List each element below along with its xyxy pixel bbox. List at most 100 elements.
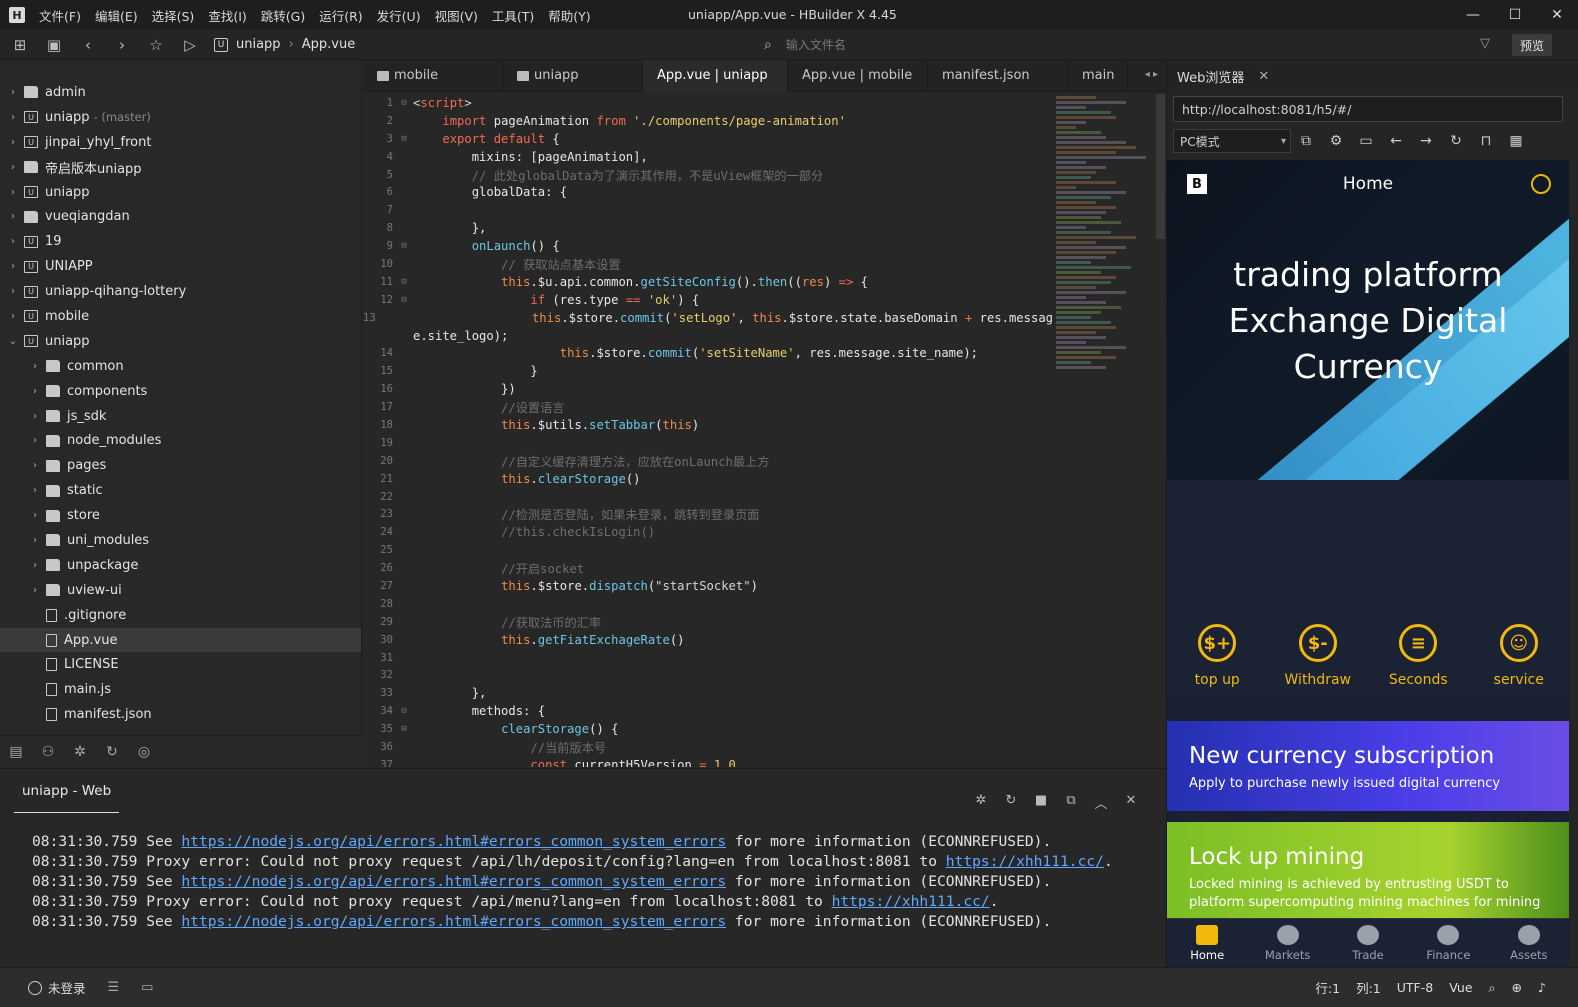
tree-item[interactable]: › unpackage [0,553,361,578]
terminal-icon[interactable]: ▭ [141,980,153,995]
star-icon[interactable]: ☆ [142,33,170,57]
search-icon[interactable]: ⌕ [1489,980,1496,996]
menu-item[interactable]: 文件(F) [39,6,81,25]
file-search-input[interactable]: 输入文件名 [786,36,846,53]
refresh-icon[interactable]: ↻ [96,744,128,760]
tree-item[interactable]: › uni_modules [0,528,361,553]
settings-icon[interactable]: ⚙ [1321,133,1351,149]
tree-item[interactable]: LICENSE [0,652,361,677]
tabbar-item[interactable]: Home [1167,919,1247,967]
expand-chevron-icon[interactable]: › [28,435,42,446]
expand-chevron-icon[interactable]: › [6,211,20,222]
forward-icon[interactable]: › [108,33,136,57]
tree-item[interactable]: › common [0,354,361,379]
tree-item[interactable]: › admin [0,80,361,105]
log-link[interactable]: https://nodejs.org/api/errors.html#error… [181,913,726,930]
tree-item[interactable]: › js_sdk [0,404,361,429]
tree-item[interactable]: › static [0,478,361,503]
tabbar-item[interactable]: Trade [1328,919,1408,967]
breadcrumb-file[interactable]: App.vue [302,37,355,52]
encoding[interactable]: UTF-8 [1397,980,1433,995]
explorer-icon[interactable]: ▤ [0,744,32,760]
file-search[interactable]: ⌕ 输入文件名 [764,36,846,53]
lock-icon[interactable]: ⊓ [1471,133,1501,149]
new-file-icon[interactable]: ⊞ [6,33,34,57]
expand-chevron-icon[interactable]: › [6,261,20,272]
close-console-icon[interactable]: ✕ [1116,793,1146,812]
quick-action[interactable]: ≡ Seconds [1368,614,1469,696]
quick-action[interactable]: $+ top up [1167,614,1268,696]
menu-item[interactable]: 工具(T) [492,6,534,25]
fold-toggle-icon[interactable]: ⊟ [395,134,413,144]
console-icon[interactable]: ▭ [1351,133,1381,149]
language-globe-icon[interactable] [1531,174,1551,194]
forward-icon[interactable]: → [1411,133,1441,149]
expand-chevron-icon[interactable]: › [6,137,20,148]
fold-toggle-icon[interactable]: ⊟ [395,98,413,108]
tree-item[interactable]: › node_modules [0,428,361,453]
tree-item[interactable]: › Umobile [0,304,361,329]
screenshot-icon[interactable]: ⧉ [1291,133,1321,149]
menu-item[interactable]: 跳转(G) [261,6,305,25]
fold-toggle-icon[interactable]: ⊟ [395,241,413,251]
save-icon[interactable]: ▣ [40,33,68,57]
minimize-button[interactable]: — [1452,0,1494,30]
back-icon[interactable]: ‹ [74,33,102,57]
binoculars-icon[interactable]: ⚇ [32,744,64,760]
editor-scrollbar[interactable] [1156,94,1165,239]
login-status[interactable]: 未登录 [28,978,86,997]
fold-toggle-icon[interactable]: ⊟ [395,724,413,734]
menu-item[interactable]: 视图(V) [435,6,478,25]
stop-icon[interactable]: ■ [1026,793,1056,812]
expand-chevron-icon[interactable]: › [28,411,42,422]
tree-item[interactable]: › components [0,379,361,404]
quick-action[interactable]: $- Withdraw [1268,614,1369,696]
tab-scroll-arrows-icon[interactable]: ◂ ▸ [1145,69,1158,80]
maximize-button[interactable]: ☐ [1494,0,1536,30]
filter-icon[interactable]: ▽ [1480,36,1490,51]
quick-action[interactable]: ☺ service [1469,614,1570,696]
log-link[interactable]: https://nodejs.org/api/errors.html#error… [181,873,726,890]
tabbar-item[interactable]: Assets [1489,919,1569,967]
code-area[interactable]: 1 ⊟ <script> 2 import pageAnimation from '.… [363,94,1053,767]
tree-item[interactable]: .gitignore [0,603,361,628]
close-icon[interactable]: ✕ [1258,69,1269,84]
expand-chevron-icon[interactable]: ⌄ [6,336,20,347]
fold-toggle-icon[interactable]: ⊟ [395,706,413,716]
tabbar-item[interactable]: Finance [1408,919,1488,967]
debug-icon[interactable]: ✲ [966,793,996,812]
expand-chevron-icon[interactable]: › [6,87,20,98]
expand-chevron-icon[interactable]: › [28,485,42,496]
tree-item[interactable]: › vueqiangdan [0,204,361,229]
back-icon[interactable]: ← [1381,133,1411,149]
tree-item[interactable]: ⌄ Uuniapp [0,329,361,354]
editor-tab[interactable]: manifest.json [928,59,1068,92]
menu-item[interactable]: 发行(U) [377,6,421,25]
download-icon[interactable]: ⊕ [1512,980,1522,995]
run-icon[interactable]: ▷ [176,33,204,57]
tree-item[interactable]: › Uuniapp - (master) [0,105,361,130]
expand-chevron-icon[interactable]: › [6,236,20,247]
tree-item[interactable]: › Ujinpai_yhyl_front [0,130,361,155]
expand-chevron-icon[interactable]: › [6,162,20,173]
editor-tab[interactable]: uniapp [503,59,643,92]
preview-button[interactable]: 预览 [1512,34,1552,56]
expand-chevron-icon[interactable]: › [6,286,20,297]
tree-item[interactable]: › uview-ui [0,578,361,603]
menu-item[interactable]: 查找(I) [208,6,246,25]
editor-tab[interactable]: mobile [363,59,503,92]
log-link[interactable]: https://xhh111.cc/ [946,853,1104,870]
qr-icon[interactable]: ▦ [1501,133,1531,149]
menu-item[interactable]: 选择(S) [152,6,195,25]
collapse-icon[interactable]: ︿ [1086,793,1116,812]
editor-tab[interactable]: App.vue | uniapp [643,59,788,92]
globe-icon[interactable]: ◎ [128,744,160,760]
reload-icon[interactable]: ↻ [1441,133,1471,149]
tree-item[interactable]: › pages [0,453,361,478]
console-tab[interactable]: uniapp - Web [14,769,120,813]
browser-tab[interactable]: Web浏览器 ✕ [1167,60,1578,92]
log-link[interactable]: https://xhh111.cc/ [832,893,990,910]
mode-select[interactable]: PC模式 [1173,129,1291,153]
restart-icon[interactable]: ↻ [996,793,1026,812]
expand-chevron-icon[interactable]: › [28,510,42,521]
